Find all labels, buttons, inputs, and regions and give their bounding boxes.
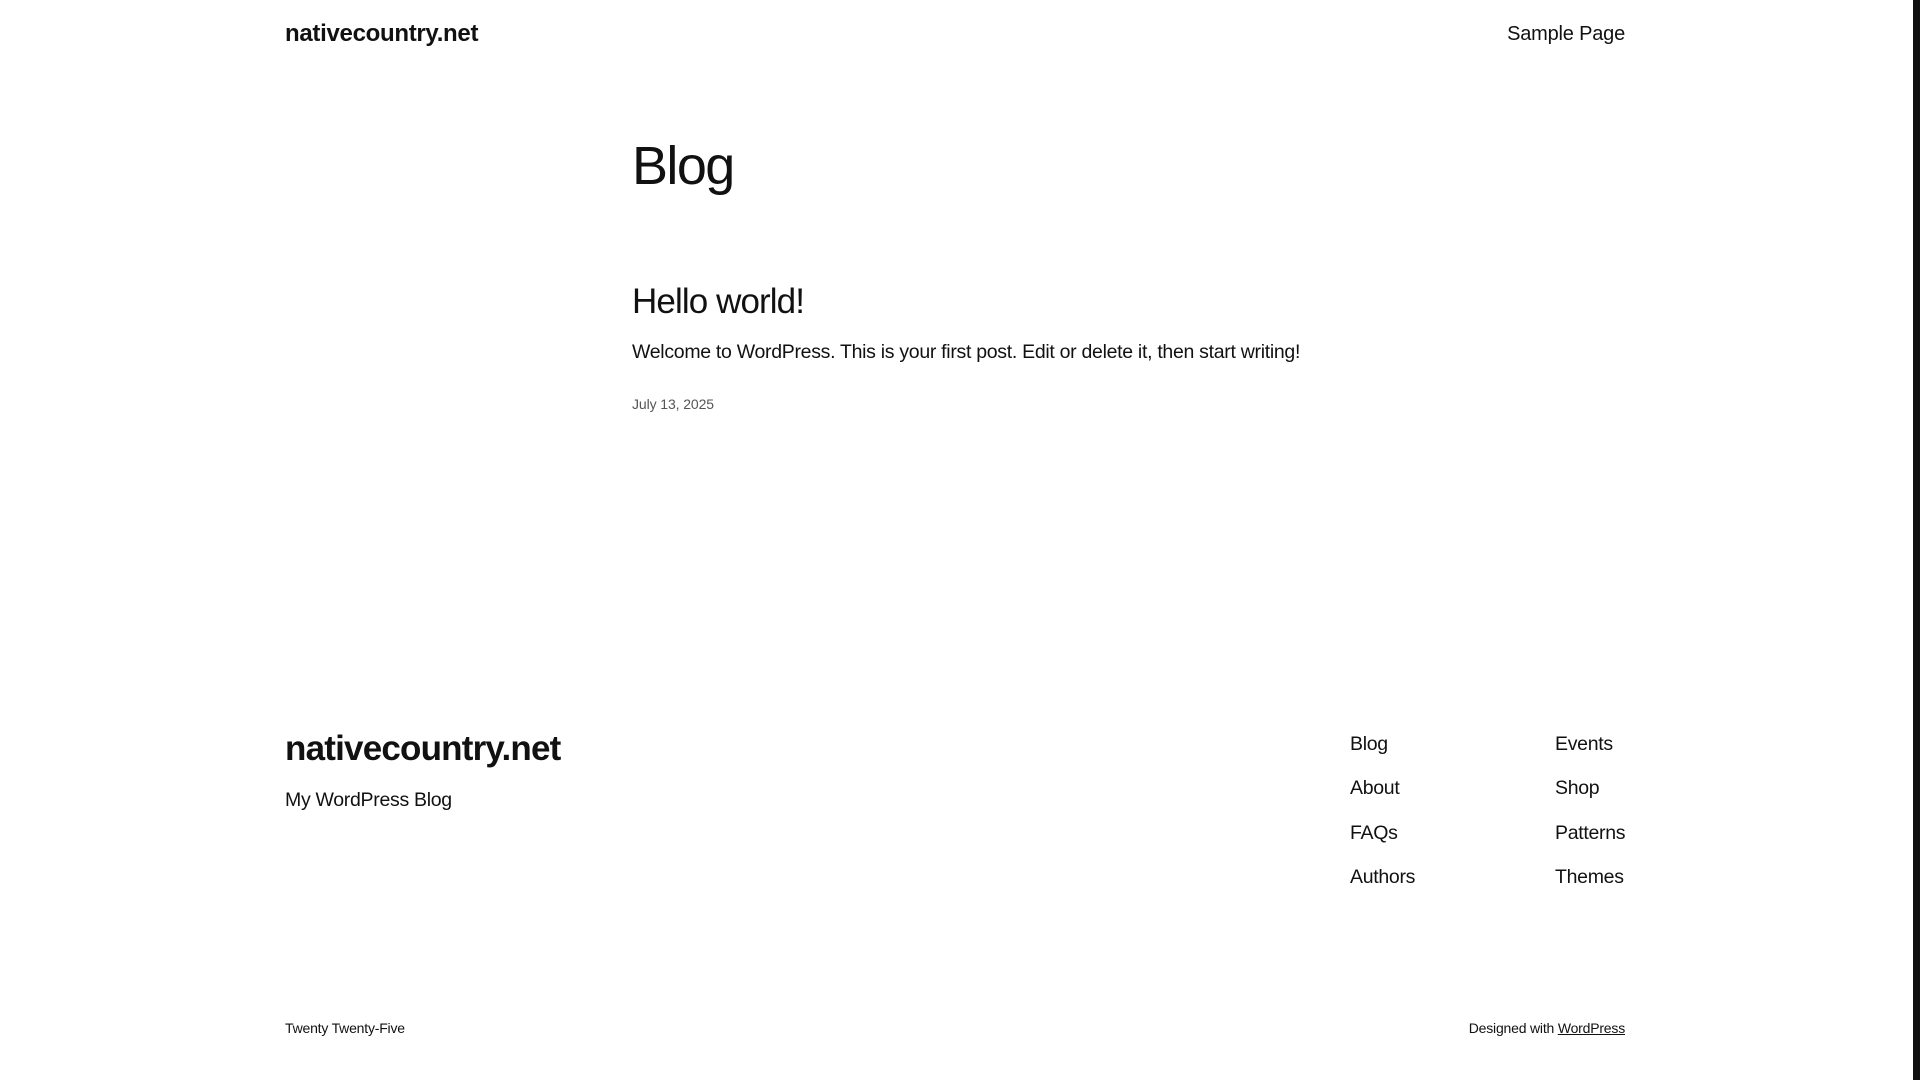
footer-nav-item-patterns[interactable]: Patterns (1555, 818, 1626, 862)
footer-nav-item-themes[interactable]: Themes (1555, 862, 1625, 906)
footer-nav-item-authors[interactable]: Authors (1350, 862, 1415, 906)
designed-with: Designed with WordPress (1469, 1018, 1625, 1038)
footer-nav-item-blog[interactable]: Blog (1350, 729, 1415, 773)
post-excerpt: Welcome to WordPress. This is your first… (632, 341, 1301, 363)
footer-nav-column-2: Events Shop Patterns Themes (1555, 729, 1626, 906)
footer-nav-column-1: Blog About FAQs Authors (1350, 729, 1415, 906)
page: nativecountry.net Sample Page Blog Hello… (0, 0, 1920, 1080)
scrollbar[interactable] (1913, 0, 1920, 1080)
post-date: July 13, 2025 (632, 396, 714, 412)
wordpress-link[interactable]: WordPress (1558, 1020, 1625, 1036)
site-title-link[interactable]: nativecountry.net (285, 18, 478, 50)
footer-nav-item-events[interactable]: Events (1555, 729, 1625, 773)
footer-nav-item-faqs[interactable]: FAQs (1350, 818, 1415, 862)
footer-tagline: My WordPress Blog (285, 789, 452, 811)
nav-item-sample-page[interactable]: Sample Page (1507, 23, 1625, 45)
footer-nav-item-about[interactable]: About (1350, 773, 1415, 817)
page-title: Blog (632, 136, 735, 196)
theme-credit: Twenty Twenty-Five (285, 1020, 405, 1036)
footer-nav-item-shop[interactable]: Shop (1555, 773, 1625, 817)
header-nav: Sample Page (1507, 19, 1625, 49)
post-title-link[interactable]: Hello world! (632, 280, 805, 324)
designed-with-label: Designed with (1468, 1020, 1555, 1036)
footer-site-title-link[interactable]: nativecountry.net (285, 726, 561, 772)
